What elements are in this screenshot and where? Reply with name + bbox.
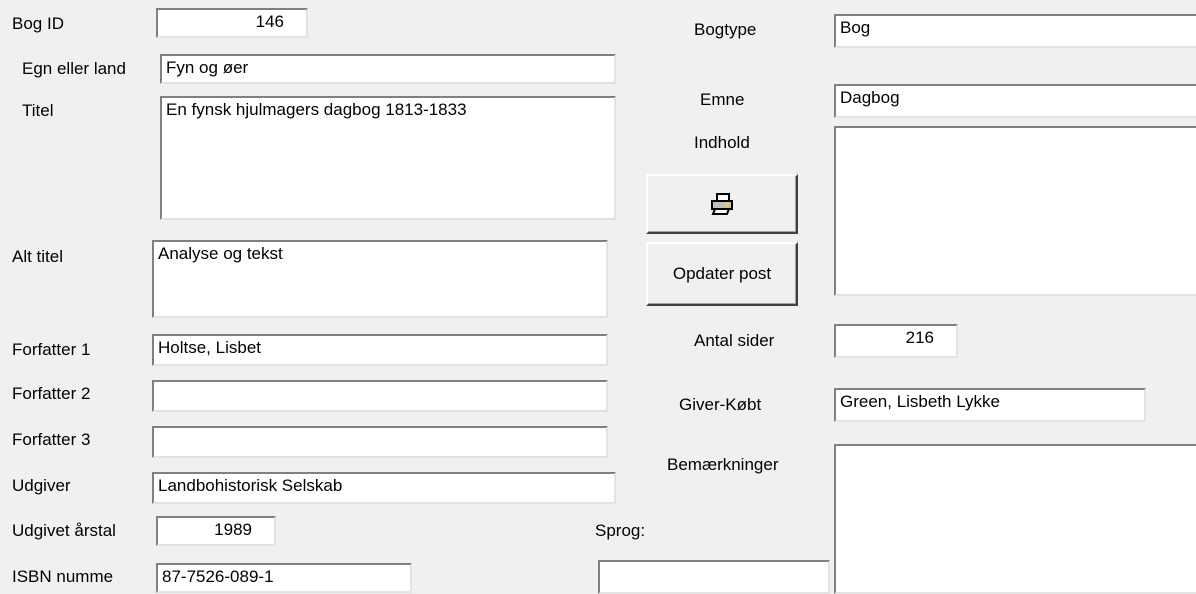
titel-label: Titel bbox=[22, 101, 54, 120]
udgiver-label: Udgiver bbox=[12, 476, 71, 495]
emne-label: Emne bbox=[700, 90, 745, 109]
forfatter2-field[interactable] bbox=[152, 380, 608, 412]
isbn-label: ISBN numme bbox=[12, 567, 114, 586]
udgivet-aarstal-field[interactable]: 1989 bbox=[156, 516, 276, 546]
giver-koebt-label: Giver-Købt bbox=[679, 395, 762, 414]
forfatter1-label: Forfatter 1 bbox=[12, 340, 91, 359]
giver-koebt-field[interactable]: Green, Lisbeth Lykke bbox=[834, 388, 1146, 422]
titel-field[interactable]: En fynsk hjulmagers dagbog 1813-1833 bbox=[160, 96, 616, 220]
forfatter3-field[interactable] bbox=[152, 426, 608, 458]
update-record-label: Opdater post bbox=[672, 264, 772, 283]
isbn-field[interactable]: 87-7526-089-1 bbox=[156, 563, 412, 593]
bogtype-field[interactable]: Bog bbox=[834, 14, 1196, 48]
antal-sider-field[interactable]: 216 bbox=[834, 324, 958, 358]
egn-field[interactable]: Fyn og øer bbox=[160, 54, 616, 84]
indhold-label: Indhold bbox=[694, 133, 750, 152]
bog-id-label: Bog ID bbox=[12, 14, 64, 33]
forfatter2-label: Forfatter 2 bbox=[12, 384, 91, 403]
egn-label: Egn eller land bbox=[22, 59, 126, 78]
print-button[interactable] bbox=[646, 174, 798, 234]
update-record-button[interactable]: Opdater post bbox=[646, 242, 798, 306]
sprog-label: Sprog: bbox=[595, 521, 646, 540]
alt-titel-label: Alt titel bbox=[12, 247, 64, 266]
alt-titel-field[interactable]: Analyse og tekst bbox=[152, 240, 608, 318]
bogtype-label: Bogtype bbox=[694, 20, 757, 39]
bemaerkninger-field[interactable] bbox=[834, 444, 1196, 594]
sprog-field[interactable] bbox=[598, 560, 830, 594]
emne-field[interactable]: Dagbog bbox=[834, 84, 1196, 118]
printer-icon bbox=[711, 193, 733, 215]
udgivet-aarstal-label: Udgivet årstal bbox=[12, 521, 116, 540]
bog-id-field[interactable]: 146 bbox=[156, 8, 308, 38]
udgiver-field[interactable]: Landbohistorisk Selskab bbox=[152, 472, 616, 504]
antal-sider-label: Antal sider bbox=[694, 331, 775, 350]
forfatter3-label: Forfatter 3 bbox=[12, 430, 91, 449]
bemaerkninger-label: Bemærkninger bbox=[667, 455, 779, 474]
forfatter1-field[interactable]: Holtse, Lisbet bbox=[152, 334, 608, 366]
indhold-field[interactable] bbox=[834, 126, 1196, 296]
